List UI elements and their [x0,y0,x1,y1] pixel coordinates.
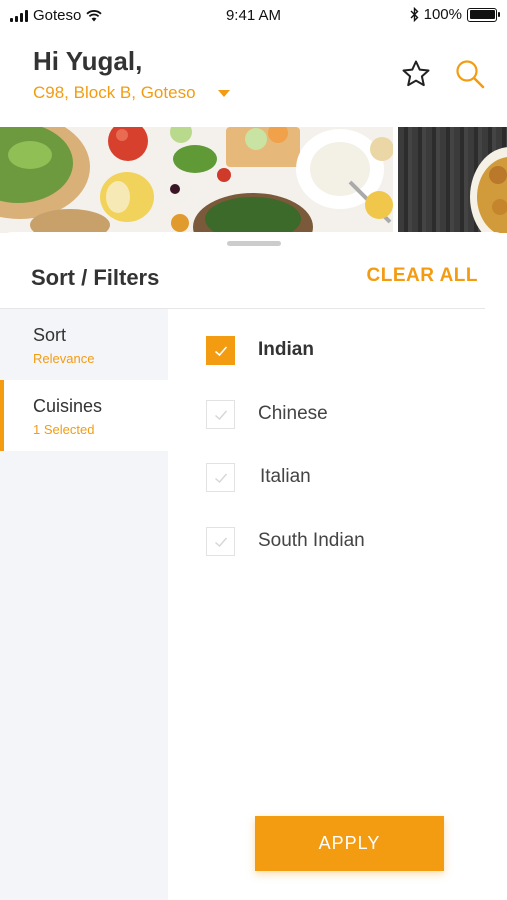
filter-sheet: Sort / Filters CLEAR ALL Sort Relevance … [0,232,507,900]
wood-banner-image [398,127,507,233]
check-icon [214,410,227,420]
app-header: Hi Yugal, C98, Block B, Goteso [0,32,507,127]
location-selector[interactable]: C98, Block B, Goteso [33,83,230,103]
option-label: Indian [258,339,314,360]
status-bar: Goteso 9:41 AM 100% [0,0,507,32]
option-italian[interactable]: Italian [168,457,507,497]
location-address: C98, Block B, Goteso [33,83,196,102]
clear-all-button[interactable]: CLEAR ALL [367,265,478,287]
sheet-drag-handle[interactable] [227,241,281,246]
filter-sidebar: Sort Relevance Cuisines 1 Selected [0,309,168,900]
sidebar-item-label: Sort [33,325,67,345]
search-icon[interactable] [454,58,486,90]
check-icon [214,537,227,547]
sidebar-item-cuisines[interactable]: Cuisines 1 Selected [0,380,168,451]
check-icon [214,473,227,483]
checkbox-unchecked[interactable] [206,400,235,429]
apply-button[interactable]: APPLY [255,816,444,871]
check-icon [214,345,227,356]
filter-title: Sort / Filters [31,265,160,290]
battery-percent: 100% [423,6,462,23]
sidebar-item-label: Cuisines [33,396,103,416]
sidebar-item-sort[interactable]: Sort Relevance [0,309,168,380]
star-icon[interactable] [400,58,432,90]
banner-carousel[interactable] [0,127,507,233]
option-indian[interactable]: Indian [168,330,507,370]
battery-icon [467,7,500,22]
sidebar-item-sublabel: Relevance [33,351,95,366]
checkbox-checked[interactable] [206,336,235,365]
checkbox-unchecked[interactable] [206,527,235,556]
checkbox-unchecked[interactable] [206,463,235,492]
option-label: South Indian [258,530,365,551]
option-chinese[interactable]: Chinese [168,394,507,434]
status-right: 100% [410,6,500,23]
option-south-indian[interactable]: South Indian [168,521,507,561]
caret-down-icon [217,89,230,97]
greeting-title: Hi Yugal, [33,46,143,76]
sidebar-item-sublabel: 1 Selected [33,422,95,437]
option-label: Italian [260,466,311,487]
food-banner-image [0,127,393,233]
option-label: Chinese [258,403,328,424]
bluetooth-icon [410,7,419,22]
